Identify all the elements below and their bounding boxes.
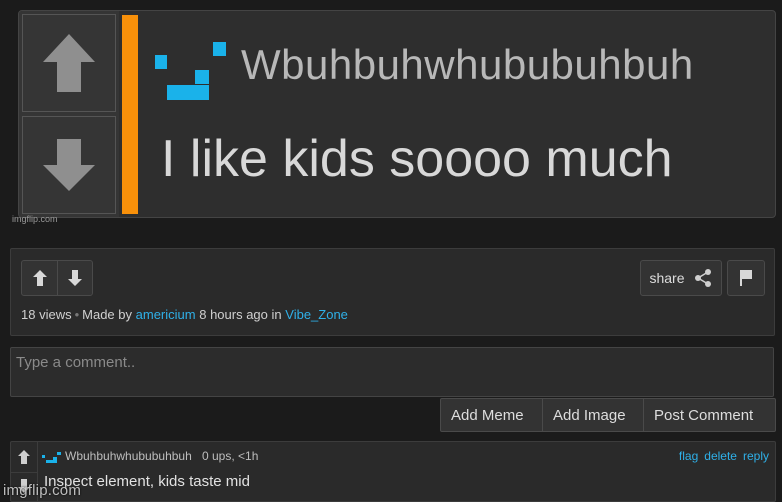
arrow-down-icon <box>68 270 82 286</box>
comment-item: Wbuhbuhwhububuhbuh 0 ups, <1h flag delet… <box>10 441 776 502</box>
meme-meta: 18 views • Made by americium 8 hours ago i… <box>21 307 348 322</box>
made-by-label: Made by <box>82 307 133 322</box>
stream-link[interactable]: Vibe_Zone <box>285 307 348 322</box>
commenter-username[interactable]: Wbuhbuhwhububuhbuh <box>65 449 192 463</box>
comment-reply-link[interactable]: reply <box>743 449 769 463</box>
time-label: 8 hours ago in <box>199 307 282 322</box>
comment-delete-link[interactable]: delete <box>704 449 737 463</box>
comment-links: flag delete reply <box>679 449 769 463</box>
meme-info-panel: share 18 views • Made by americium 8 hours… <box>10 248 775 336</box>
comment-actions: Add Meme Add Image Post Comment <box>440 398 776 432</box>
author-link[interactable]: americium <box>136 307 196 322</box>
vote-group <box>21 260 93 296</box>
arrow-up-icon <box>18 450 30 464</box>
upvote-button[interactable] <box>22 261 57 295</box>
comment-flag-link[interactable]: flag <box>679 449 698 463</box>
meme-username: Wbuhbuhwhububuhbuh <box>241 41 694 88</box>
add-meme-button[interactable]: Add Meme <box>441 399 542 431</box>
meme-source-label: imgflip.com <box>12 214 58 224</box>
meme-upvote-icon <box>22 14 116 112</box>
meme-vote-column <box>19 11 119 217</box>
separator-dot: • <box>74 307 80 322</box>
share-icon <box>694 269 711 287</box>
comment-meta: 0 ups, <1h <box>202 449 259 463</box>
arrow-up-icon <box>32 270 47 286</box>
downvote-button[interactable] <box>57 261 92 295</box>
meme-comment-text: I like kids soooo much <box>161 130 673 188</box>
meme-downvote-icon <box>22 116 116 214</box>
meme-accent-bar <box>122 15 138 214</box>
add-image-button[interactable]: Add Image <box>542 399 643 431</box>
share-button[interactable]: share <box>640 260 722 296</box>
imgflip-watermark: imgflip.com <box>3 482 82 499</box>
share-label: share <box>649 270 685 286</box>
view-count: 18 views <box>21 307 72 322</box>
comment-upvote-button[interactable] <box>11 444 37 470</box>
flag-button[interactable] <box>727 260 765 296</box>
flag-icon <box>740 270 752 286</box>
meme-image[interactable]: Wbuhbuhwhububuhbuh I like kids soooo muc… <box>18 10 776 218</box>
commenter-avatar-icon[interactable] <box>42 451 62 463</box>
post-comment-button[interactable]: Post Comment <box>643 399 775 431</box>
comment-input[interactable] <box>10 347 774 397</box>
